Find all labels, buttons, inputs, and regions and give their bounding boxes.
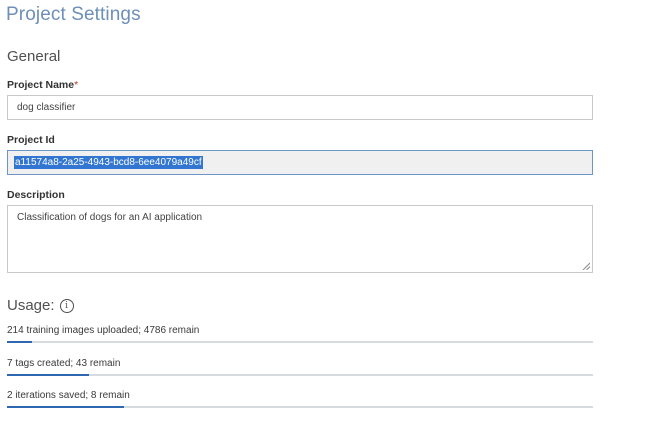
usage-images-track: [7, 341, 593, 343]
usage-iterations-track: [7, 406, 593, 408]
project-settings-page: Project Settings General Project Name* d…: [0, 0, 662, 422]
required-marker: *: [74, 79, 79, 91]
project-name-label-text: Project Name: [7, 79, 75, 91]
usage-item-tags: 7 tags created; 43 remain: [7, 358, 593, 376]
usage-heading: Usage: i: [7, 297, 74, 314]
description-value: Classification of dogs for an AI applica…: [17, 212, 203, 223]
usage-iterations-fill: [7, 406, 125, 408]
usage-item-iterations: 2 iterations saved; 8 remain: [7, 390, 593, 408]
usage-images-fill: [7, 341, 33, 343]
usage-tags-fill: [7, 374, 90, 376]
project-name-input[interactable]: dog classifier: [7, 95, 593, 120]
section-heading-general: General: [7, 48, 61, 65]
project-name-label: Project Name*: [7, 79, 78, 91]
usage-iterations-text: 2 iterations saved; 8 remain: [7, 390, 130, 401]
project-id-label: Project Id: [7, 134, 55, 146]
project-id-value: a11574a8-2a25-4943-bcd8-6ee4079a49cf: [14, 156, 203, 169]
page-title: Project Settings: [6, 4, 141, 25]
description-label: Description: [7, 189, 65, 201]
usage-tags-text: 7 tags created; 43 remain: [7, 358, 121, 369]
usage-item-images: 214 training images uploaded; 4786 remai…: [7, 325, 593, 343]
usage-title-text: Usage:: [7, 297, 55, 314]
usage-tags-track: [7, 374, 593, 376]
resize-grip-icon[interactable]: [582, 262, 590, 270]
project-id-field[interactable]: a11574a8-2a25-4943-bcd8-6ee4079a49cf: [7, 150, 593, 175]
info-icon[interactable]: i: [59, 298, 74, 313]
description-textarea[interactable]: Classification of dogs for an AI applica…: [7, 205, 593, 273]
usage-images-text: 214 training images uploaded; 4786 remai…: [7, 325, 200, 336]
